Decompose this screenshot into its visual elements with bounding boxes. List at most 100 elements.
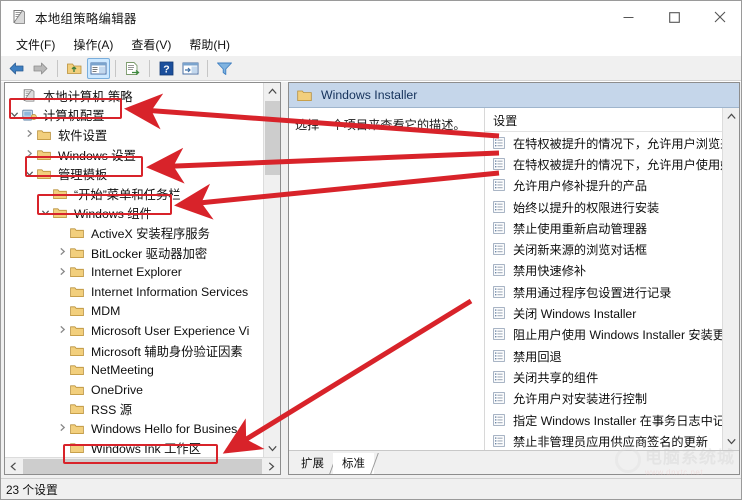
setting-label: 允许用户对安装进行控制 xyxy=(513,392,648,407)
help-button[interactable]: ? xyxy=(155,58,178,79)
scroll-down-arrow[interactable] xyxy=(723,433,739,450)
tree-item-label: OneDrive xyxy=(91,382,143,397)
setting-row[interactable]: 在特权被提升的情况下，允许用户浏览来源 xyxy=(485,132,722,153)
settings-list-pane: 设置 在特权被提升的情况下，允许用户浏览来源在特权被提升的情况下，允许用户使用媒… xyxy=(485,108,739,450)
new-window-button[interactable] xyxy=(179,58,202,79)
tree-item-15[interactable]: OneDrive xyxy=(5,380,263,400)
setting-row[interactable]: 指定 Windows Installer 在事务日志中记录 xyxy=(485,409,722,430)
tree-item-17[interactable]: Windows Hello for Busines xyxy=(5,419,263,439)
setting-row[interactable]: 禁止使用重新启动管理器 xyxy=(485,217,722,238)
tree-item-4[interactable]: 管理模板 xyxy=(5,164,263,184)
chevron-right-icon[interactable] xyxy=(22,129,37,140)
main-content: 本地计算机 策略 计算机配置 软件设置 Windows 设置 管理模板 “开始”菜单和任务… xyxy=(1,82,741,478)
tree-item-3[interactable]: Windows 设置 xyxy=(5,145,263,165)
setting-row[interactable]: 关闭共享的组件 xyxy=(485,366,722,387)
menu-view[interactable]: 查看(V) xyxy=(122,34,180,55)
filter-button[interactable] xyxy=(213,58,236,79)
tree-vertical-scrollbar[interactable] xyxy=(263,83,280,457)
setting-row[interactable]: 关闭 Windows Installer xyxy=(485,302,722,323)
tree-item-6[interactable]: Windows 组件 xyxy=(5,204,263,224)
scroll-up-arrow[interactable] xyxy=(723,108,739,125)
tree-item-12[interactable]: Microsoft User Experience Vi xyxy=(5,321,263,341)
description-text: 选择一个项目来查看它的描述。 xyxy=(295,118,466,132)
setting-row[interactable]: 禁用快速修补 xyxy=(485,260,722,281)
tree-item-18[interactable]: Windows Ink 工作区 xyxy=(5,439,263,457)
scroll-down-arrow[interactable] xyxy=(264,440,280,457)
tree-item-1[interactable]: 计算机配置 xyxy=(5,106,263,126)
console-tree[interactable]: 本地计算机 策略 计算机配置 软件设置 Windows 设置 管理模板 “开始”菜单和任务… xyxy=(5,83,263,457)
tree-item-11[interactable]: MDM xyxy=(5,302,263,322)
folder-icon xyxy=(70,384,87,396)
chevron-right-icon[interactable] xyxy=(55,247,70,258)
setting-label: 禁止使用重新启动管理器 xyxy=(513,221,648,236)
tree-item-label: Windows Hello for Busines xyxy=(91,421,238,436)
setting-row[interactable]: 禁止非管理员应用供应商签名的更新 xyxy=(485,430,722,450)
forward-button[interactable] xyxy=(29,58,52,79)
tab-extended[interactable]: 扩展 xyxy=(292,453,338,474)
close-button[interactable] xyxy=(697,1,741,33)
tree-item-7[interactable]: ActiveX 安装程序服务 xyxy=(5,223,263,243)
up-level-button[interactable] xyxy=(63,58,86,79)
settings-column-header[interactable]: 设置 xyxy=(485,108,722,132)
chevron-down-icon[interactable] xyxy=(7,110,22,121)
policy-setting-icon xyxy=(493,434,508,447)
setting-row[interactable]: 允许用户修补提升的产品 xyxy=(485,175,722,196)
setting-row[interactable]: 阻止用户使用 Windows Installer 安装更新 xyxy=(485,324,722,345)
tree-item-5[interactable]: “开始”菜单和任务栏 xyxy=(5,184,263,204)
setting-row[interactable]: 始终以提升的权限进行安装 xyxy=(485,196,722,217)
chevron-right-icon[interactable] xyxy=(22,149,37,160)
setting-row[interactable]: 关闭新来源的浏览对话框 xyxy=(485,238,722,259)
settings-list[interactable]: 在特权被提升的情况下，允许用户浏览来源在特权被提升的情况下，允许用户使用媒体源允… xyxy=(485,132,722,450)
tree-item-14[interactable]: NetMeeting xyxy=(5,360,263,380)
policy-setting-icon xyxy=(493,285,508,298)
settings-vertical-scrollbar[interactable] xyxy=(722,108,739,450)
menu-file[interactable]: 文件(F) xyxy=(7,34,64,55)
setting-row[interactable]: 禁用回退 xyxy=(485,345,722,366)
tree-horizontal-scrollbar[interactable] xyxy=(5,457,280,474)
scroll-left-arrow[interactable] xyxy=(5,458,22,475)
tree-item-9[interactable]: Internet Explorer xyxy=(5,262,263,282)
folder-icon xyxy=(53,188,70,200)
setting-row[interactable]: 在特权被提升的情况下，允许用户使用媒体源 xyxy=(485,153,722,174)
folder-icon xyxy=(70,286,87,298)
chevron-down-icon[interactable] xyxy=(38,208,53,219)
policy-icon xyxy=(22,89,39,102)
policy-setting-icon xyxy=(493,371,508,383)
maximize-button[interactable] xyxy=(651,1,697,33)
menu-help[interactable]: 帮助(H) xyxy=(180,34,239,55)
scroll-up-arrow[interactable] xyxy=(264,83,280,100)
minimize-button[interactable] xyxy=(605,1,651,33)
back-button[interactable] xyxy=(5,58,28,79)
chevron-right-icon[interactable] xyxy=(55,325,70,336)
folder-icon xyxy=(70,423,87,435)
tab-standard[interactable]: 标准 xyxy=(333,453,379,474)
tree-item-10[interactable]: Internet Information Services xyxy=(5,282,263,302)
show-hide-tree-button[interactable] xyxy=(87,57,110,79)
setting-row[interactable]: 禁用通过程序包设置进行记录 xyxy=(485,281,722,302)
details-pane: Windows Installer 选择一个项目来查看它的描述。 设置 在特权被… xyxy=(288,82,740,475)
computer-icon xyxy=(22,109,39,122)
tree-item-label: Internet Information Services xyxy=(91,284,249,299)
menu-action[interactable]: 操作(A) xyxy=(64,34,122,55)
tree-hscroll-thumb[interactable] xyxy=(23,458,262,474)
chevron-down-icon[interactable] xyxy=(22,169,37,180)
chevron-right-icon[interactable] xyxy=(55,423,70,434)
tree-item-label: Internet Explorer xyxy=(91,265,182,280)
tree-item-2[interactable]: 软件设置 xyxy=(5,125,263,145)
tree-item-13[interactable]: Microsoft 辅助身份验证因素 xyxy=(5,341,263,361)
scroll-right-arrow[interactable] xyxy=(263,458,280,475)
tree-scroll-thumb[interactable] xyxy=(265,101,280,175)
export-list-button[interactable] xyxy=(121,58,144,79)
chevron-right-icon[interactable] xyxy=(55,267,70,278)
tab-standard-label: 标准 xyxy=(342,458,365,470)
tree-item-8[interactable]: BitLocker 驱动器加密 xyxy=(5,243,263,263)
status-bar: 23 个设置 xyxy=(1,478,741,499)
tree-item-label: Windows 设置 xyxy=(58,148,136,163)
setting-row[interactable]: 允许用户对安装进行控制 xyxy=(485,388,722,409)
setting-label: 指定 Windows Installer 在事务日志中记录 xyxy=(513,413,722,428)
folder-icon xyxy=(70,247,87,259)
tree-item-16[interactable]: RSS 源 xyxy=(5,400,263,420)
toolbar: ? xyxy=(1,56,741,81)
policy-setting-icon xyxy=(493,328,508,341)
tree-item-0[interactable]: 本地计算机 策略 xyxy=(5,86,263,106)
